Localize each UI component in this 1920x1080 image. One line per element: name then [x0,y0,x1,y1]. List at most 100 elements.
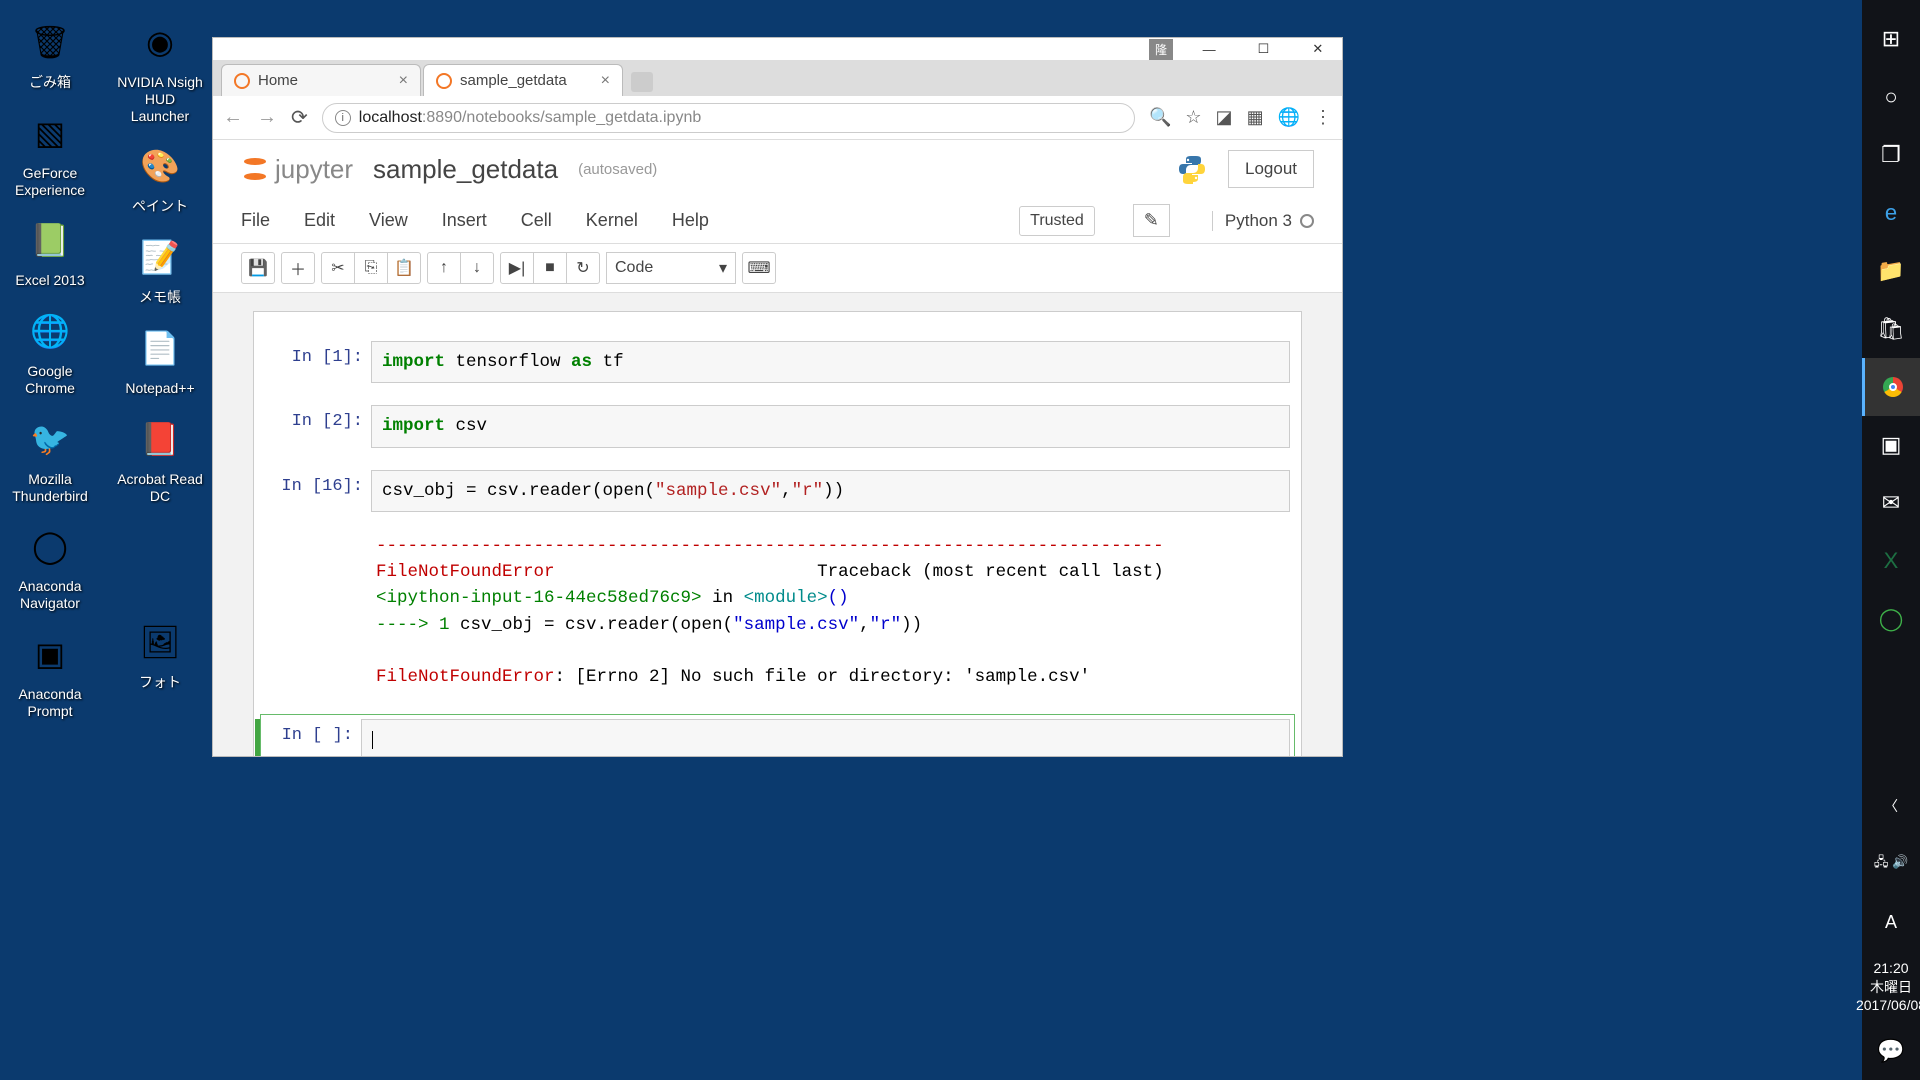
edit-mode-icon[interactable]: ✎ [1133,204,1170,237]
desktop-icon[interactable]: 🌐Google Chrome [0,299,100,401]
code-cell[interactable]: In [1]: import tensorflow as tf [260,336,1295,388]
app-icon: 🎨 [132,138,188,194]
zoom-icon[interactable]: 🔍 [1149,107,1171,128]
icon-label: フォト [139,674,181,691]
icon-label: Mozilla Thunderbird [4,471,96,505]
bookmark-star-icon[interactable]: ☆ [1185,107,1201,128]
window-maximize-button[interactable]: ☐ [1245,38,1281,60]
nav-back-icon[interactable]: ← [223,106,243,129]
paste-button[interactable]: 📋 [387,252,421,284]
cell-input[interactable] [361,719,1290,756]
excel-taskbar-icon[interactable]: X [1862,532,1920,590]
desktop-icon[interactable]: 📕Acrobat Read DC [110,407,210,509]
tray-chevron-icon[interactable]: 〈 [1862,777,1920,835]
desktop-icon[interactable]: 🐦Mozilla Thunderbird [0,407,100,509]
window-close-button[interactable]: ✕ [1300,38,1336,60]
chrome-taskbar-icon[interactable] [1862,358,1920,416]
new-tab-button[interactable] [631,72,653,92]
cell-input[interactable]: csv_obj = csv.reader(open("sample.csv","… [371,470,1290,512]
extension-icon[interactable]: ◪ [1216,107,1233,128]
code-cell-selected[interactable]: In [ ]: [260,714,1295,756]
chrome-window: 隆 — ☐ ✕ Home × sample_getdata × ← → ⟳ i … [212,37,1343,757]
desktop-icon[interactable]: 🎨ペイント [110,134,210,219]
notebook-title[interactable]: sample_getdata [373,154,558,185]
save-button[interactable]: 💾 [241,252,275,284]
stop-button[interactable]: ■ [533,252,567,284]
copy-button[interactable]: ⎘ [354,252,388,284]
address-bar[interactable]: i localhost:8890/notebooks/sample_getdat… [322,103,1135,133]
taskbar-clock[interactable]: 21:20 木曜日 2017/06/08 [1854,951,1920,1022]
cell-input[interactable]: import tensorflow as tf [371,341,1290,383]
menu-insert[interactable]: Insert [442,210,487,231]
app-icon: 📄 [132,320,188,376]
desktop-icon[interactable]: 📗Excel 2013 [0,208,100,293]
menu-help[interactable]: Help [672,210,709,231]
site-info-icon[interactable]: i [335,110,351,126]
python-icon [1176,153,1208,185]
ime-indicator[interactable]: A [1862,893,1920,951]
icon-label: Acrobat Read DC [114,471,206,505]
jupyter-logo[interactable]: jupyter [241,154,353,185]
tab-close-icon[interactable]: × [601,72,610,90]
code-cell[interactable]: In [16]: csv_obj = csv.reader(open("samp… [260,465,1295,517]
extension-icon-2[interactable]: ▦ [1247,107,1264,128]
logout-button[interactable]: Logout [1228,150,1314,188]
cortana-icon[interactable]: ○ [1862,68,1920,126]
trusted-badge[interactable]: Trusted [1019,206,1095,236]
mail-icon[interactable]: ✉ [1862,474,1920,532]
ime-badge: 隆 [1149,39,1173,60]
chrome-menu-icon[interactable]: ⋮ [1314,107,1332,128]
menu-file[interactable]: File [241,210,270,231]
desktop-icon[interactable]: ◉NVIDIA Nsigh HUD Launcher [110,10,210,128]
code-cell[interactable]: In [2]: import csv [260,400,1295,452]
menu-kernel[interactable]: Kernel [586,210,638,231]
app-icon: 📝 [132,229,188,285]
chevron-down-icon: ▾ [719,258,727,278]
terminal-icon[interactable]: ▣ [1862,416,1920,474]
tab-notebook[interactable]: sample_getdata × [423,64,623,96]
window-minimize-button[interactable]: — [1191,38,1227,60]
icon-label: Anaconda Navigator [4,578,96,612]
desktop-icon[interactable]: 📝メモ帳 [110,225,210,310]
desktop-icon[interactable]: ▣Anaconda Prompt [0,622,100,724]
menu-edit[interactable]: Edit [304,210,335,231]
explorer-icon[interactable]: 📁 [1862,242,1920,300]
action-center-icon[interactable]: 💬 [1862,1022,1920,1080]
command-palette-button[interactable]: ⌨ [742,252,776,284]
kernel-indicator[interactable]: Python 3 [1212,211,1314,231]
app-icon: 🖼 [132,614,188,670]
desktop-icon[interactable]: ◯Anaconda Navigator [0,514,100,616]
start-button[interactable]: ⊞ [1862,10,1920,68]
desktop-icon[interactable]: 🗑ごみ箱 [0,10,100,95]
add-cell-button[interactable]: ＋ [281,252,315,284]
icon-label: Anaconda Prompt [4,686,96,720]
app-icon: 🗑 [22,14,78,70]
desktop-icon[interactable]: ▧ GeForce Experience [0,101,100,203]
edge-icon[interactable]: e [1862,184,1920,242]
translate-icon[interactable]: 🌐 [1278,107,1300,128]
app-icon: ▧ [22,105,78,161]
store-icon[interactable]: 🛍 [1862,300,1920,358]
tab-label: sample_getdata [460,72,567,89]
menu-view[interactable]: View [369,210,408,231]
autosaved-label: (autosaved) [578,161,657,178]
icon-label: GeForce Experience [4,165,96,199]
tray-network-volume[interactable]: 🖧 🔊 [1862,835,1920,893]
nav-reload-icon[interactable]: ⟳ [291,105,308,130]
menu-cell[interactable]: Cell [521,210,552,231]
cell-input[interactable]: import csv [371,405,1290,447]
task-view-icon[interactable]: ❐ [1862,126,1920,184]
move-down-button[interactable]: ↓ [460,252,494,284]
restart-button[interactable]: ↻ [566,252,600,284]
cell-type-select[interactable]: Code▾ [606,252,736,284]
jupyter-favicon-icon [436,73,452,89]
anaconda-icon[interactable]: ◯ [1862,590,1920,648]
desktop-icon[interactable]: 📄Notepad++ [110,316,210,401]
cut-button[interactable]: ✂ [321,252,355,284]
run-button[interactable]: ▶| [500,252,534,284]
jupyter-favicon-icon [234,73,250,89]
desktop-icon[interactable]: 🖼 フォト [110,610,210,695]
tab-close-icon[interactable]: × [399,72,408,90]
tab-home[interactable]: Home × [221,64,421,96]
move-up-button[interactable]: ↑ [427,252,461,284]
